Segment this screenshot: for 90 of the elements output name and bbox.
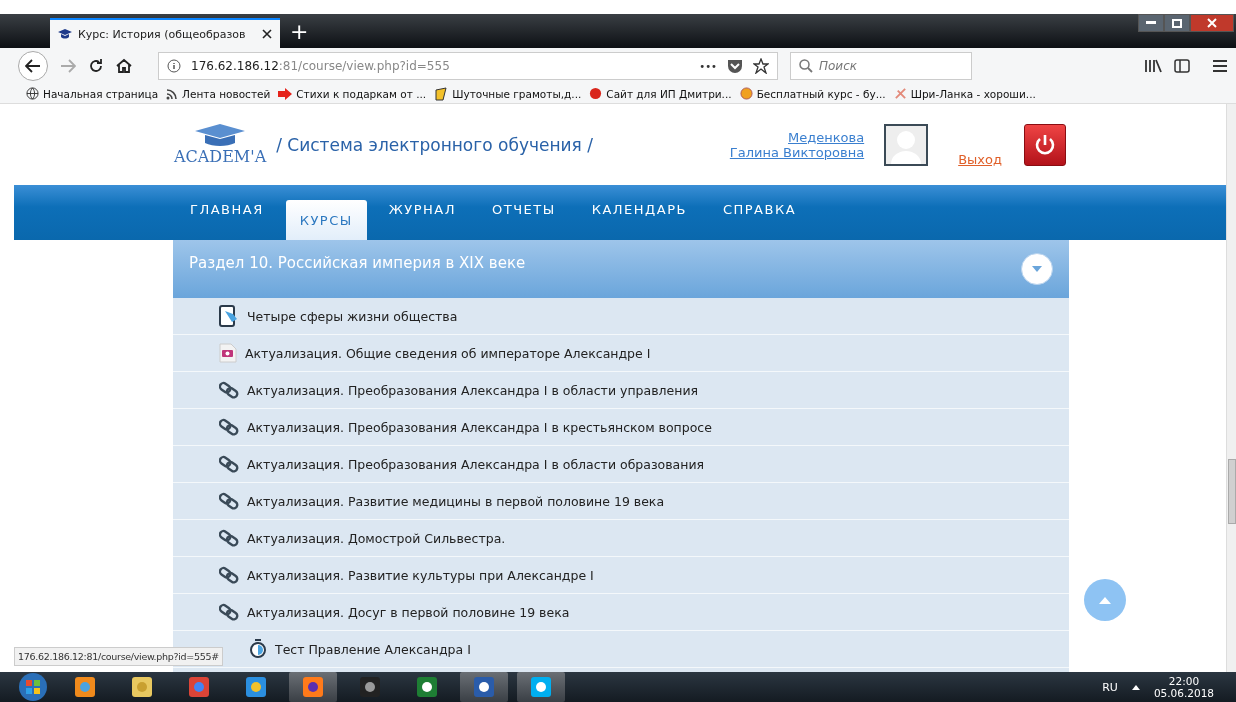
menu-icon[interactable] [1212, 59, 1228, 73]
pocket-icon[interactable] [727, 58, 743, 74]
site-title: / Система электронного обучения / [276, 134, 593, 155]
app-icon [415, 675, 439, 699]
arrow-icon [278, 87, 293, 100]
back-button[interactable] [18, 51, 48, 81]
bookmark-item[interactable]: Лента новостей [166, 87, 271, 100]
chain-link-icon [219, 529, 239, 547]
back-arrow-icon [25, 59, 41, 73]
logout-link[interactable]: Выход [958, 152, 1002, 167]
close-icon [1207, 18, 1217, 28]
collapse-toggle[interactable] [1021, 253, 1053, 285]
activity-link[interactable]: Тест Правление Александра I [275, 641, 471, 657]
home-icon[interactable] [116, 58, 132, 74]
taskbar-app[interactable] [460, 672, 508, 702]
chain-link-icon [219, 566, 239, 584]
app-icon [244, 675, 268, 699]
app-icon [472, 675, 496, 699]
bookmark-item[interactable]: Сайт для ИП Дмитри... [589, 87, 732, 100]
user-surname-link[interactable]: Меденкова [788, 129, 865, 145]
scrollbar[interactable] [1226, 104, 1236, 672]
clock[interactable]: 22:00 05.06.2018 [1153, 675, 1214, 699]
maximize-icon [1172, 18, 1182, 28]
nav-tab[interactable]: ЖУРНАЛ [374, 189, 470, 230]
chain-link-icon [219, 603, 239, 621]
close-button[interactable] [1190, 14, 1234, 32]
status-url: 176.62.186.12:81/course/view.php?id=555# [14, 647, 223, 666]
power-button[interactable] [1024, 123, 1066, 166]
search-field[interactable]: Поиск [790, 52, 972, 80]
bookmark-item[interactable]: Начальная страница [26, 87, 159, 100]
caret-up-icon[interactable] [1131, 684, 1140, 690]
activity-link[interactable]: Актуализация. Преобразования Александра I в области управления [247, 382, 699, 398]
app-icon [73, 675, 97, 699]
activity-link[interactable]: Актуализация. Развитие культуры при Александре I [247, 567, 594, 583]
minimize-icon [1146, 21, 1156, 25]
rss-icon [166, 87, 179, 100]
activity-link[interactable]: Актуализация. Преобразования Александра I в области образования [247, 456, 705, 472]
minimize-button[interactable] [1138, 14, 1164, 32]
nav-tab[interactable]: КАЛЕНДАРЬ [577, 189, 701, 230]
user-name-link[interactable]: Галина Викторовна [729, 144, 865, 160]
browser-tab[interactable]: Курс: История (общеобразов [50, 18, 280, 48]
power-icon [1033, 132, 1057, 157]
folder-icon [130, 675, 154, 699]
nav-tab[interactable]: СПРАВКА [708, 189, 811, 230]
image-file-icon [219, 343, 237, 363]
search-icon [799, 59, 813, 73]
reload-icon[interactable] [88, 58, 104, 74]
new-tab-button[interactable]: + [280, 19, 319, 48]
address-bar[interactable]: 176.62.186.12:81/course/view.php?id=555 ••• [158, 52, 778, 80]
chain-link-icon [219, 381, 239, 399]
scrollbar-thumb[interactable] [1228, 459, 1236, 524]
info-icon [167, 59, 181, 73]
bookmark-item[interactable]: Шри-Ланка - хороши... [893, 87, 1036, 100]
graduation-cap-icon [58, 29, 72, 39]
chain-link-icon [219, 418, 239, 436]
app-icon [187, 675, 211, 699]
star-icon[interactable] [753, 58, 769, 74]
chain-link-icon [219, 455, 239, 473]
close-icon[interactable] [262, 29, 272, 39]
sidebar-icon[interactable] [1174, 59, 1190, 73]
chain-link-icon [219, 492, 239, 510]
academia-logo[interactable]: ACADEM'A [174, 123, 267, 166]
bookmark-item[interactable]: Бесплатный курс - бу... [739, 87, 886, 100]
more-menu-button[interactable]: ••• [699, 60, 717, 72]
caret-up-icon [1099, 596, 1111, 604]
tablet-icon [219, 305, 239, 327]
language-indicator[interactable]: RU [1102, 680, 1118, 694]
activity-link[interactable]: Актуализация. Развитие медицины в первой половине 19 века [247, 493, 665, 509]
tab-title: Курс: История (общеобразов [78, 27, 247, 41]
nav-tab[interactable]: ГЛАВНАЯ [176, 189, 278, 230]
activity-link[interactable]: Актуализация. Домострой Сильвестра. [247, 530, 506, 546]
section-title: Раздел 10. Российская империя в XIX веке [189, 254, 526, 272]
stopwatch-icon [249, 639, 267, 659]
activity-link[interactable]: Четыре сферы жизни общества [247, 308, 458, 324]
library-icon[interactable] [1144, 59, 1162, 73]
activity-link[interactable]: Актуализация. Общие сведения об императоре Александре I [245, 345, 651, 361]
caret-icon [1032, 266, 1042, 272]
camera-icon [358, 675, 382, 699]
activity-link[interactable]: Актуализация. Преобразования Александра I в крестьянском вопросе [247, 419, 712, 435]
maximize-button[interactable] [1164, 14, 1190, 32]
taskbar-app[interactable] [517, 672, 565, 702]
activity-link[interactable]: Актуализация. Досуг в первой половине 19 века [247, 604, 570, 620]
app-icon [529, 675, 553, 699]
ball-icon [589, 87, 603, 100]
nav-tab[interactable]: ОТЧЕТЫ [478, 189, 570, 230]
nav-tab[interactable]: КУРСЫ [285, 200, 367, 240]
app-icon [301, 675, 325, 699]
bookmark-item[interactable]: Стихи к подаркам от ... [278, 87, 427, 100]
globe-icon [26, 87, 39, 100]
bookmark-item[interactable]: Шуточные грамоты,д... [434, 86, 582, 101]
